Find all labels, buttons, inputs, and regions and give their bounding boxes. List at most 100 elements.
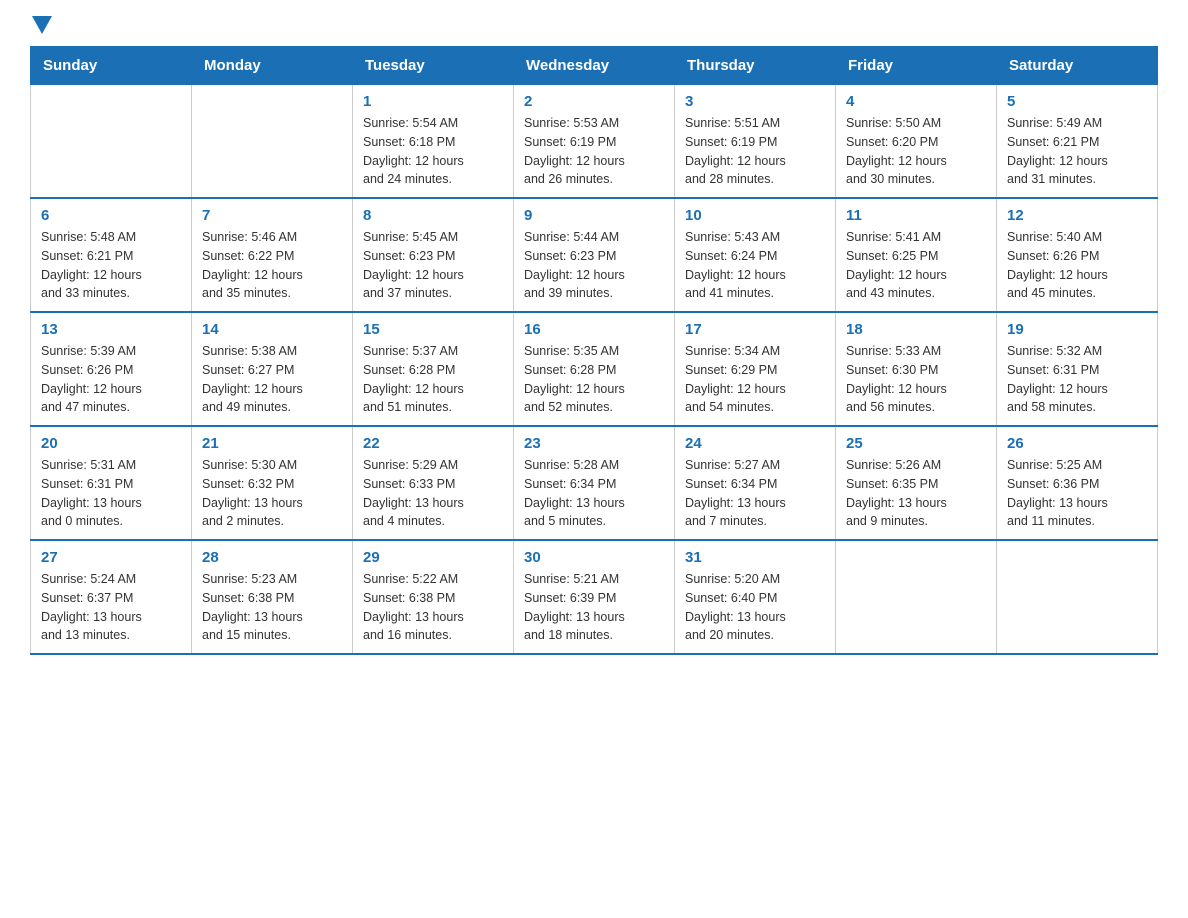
calendar-cell: 4 Sunrise: 5:50 AM Sunset: 6:20 PM Daylig… <box>836 85 997 199</box>
calendar-cell: 13 Sunrise: 5:39 AM Sunset: 6:26 PM Dayli… <box>31 312 192 426</box>
day-info: Sunrise: 5:38 AM Sunset: 6:27 PM Dayligh… <box>202 342 342 417</box>
calendar-week-row: 20 Sunrise: 5:31 AM Sunset: 6:31 PM Dayli… <box>31 426 1158 540</box>
day-info: Sunrise: 5:49 AM Sunset: 6:21 PM Dayligh… <box>1007 114 1147 189</box>
calendar-cell: 15Sunrise: 5:37 AM Sunset: 6:28 PM Dayli… <box>353 312 514 426</box>
day-info: Sunrise: 5:27 AM Sunset: 6:34 PM Dayligh… <box>685 456 825 531</box>
day-info: Sunrise: 5:53 AM Sunset: 6:19 PM Dayligh… <box>524 114 664 189</box>
day-number: 12 <box>1007 207 1147 224</box>
calendar-cell: 6 Sunrise: 5:48 AM Sunset: 6:21 PM Daylig… <box>31 198 192 312</box>
day-number: 20 <box>41 435 181 452</box>
day-info: Sunrise: 5:23 AM Sunset: 6:38 PM Dayligh… <box>202 570 342 645</box>
day-info: Sunrise: 5:34 AM Sunset: 6:29 PM Dayligh… <box>685 342 825 417</box>
weekday-header-tuesday: Tuesday <box>353 47 514 85</box>
day-number: 21 <box>202 435 342 452</box>
day-number: 6 <box>41 207 181 224</box>
day-info: Sunrise: 5:35 AM Sunset: 6:28 PM Dayligh… <box>524 342 664 417</box>
day-number: 7 <box>202 207 342 224</box>
day-number: 3 <box>685 93 825 110</box>
calendar-cell: 21 Sunrise: 5:30 AM Sunset: 6:32 PM Dayli… <box>192 426 353 540</box>
calendar-cell: 2 Sunrise: 5:53 AM Sunset: 6:19 PM Daylig… <box>514 85 675 199</box>
calendar-week-row: 1Sunrise: 5:54 AM Sunset: 6:18 PM Daylig… <box>31 85 1158 199</box>
day-number: 29 <box>363 549 503 566</box>
weekday-header-sunday: Sunday <box>31 47 192 85</box>
day-number: 18 <box>846 321 986 338</box>
calendar-cell <box>836 540 997 654</box>
page-header <box>30 20 1158 36</box>
day-info: Sunrise: 5:37 AM Sunset: 6:28 PM Dayligh… <box>363 342 503 417</box>
day-number: 11 <box>846 207 986 224</box>
weekday-header-saturday: Saturday <box>997 47 1158 85</box>
day-info: Sunrise: 5:31 AM Sunset: 6:31 PM Dayligh… <box>41 456 181 531</box>
calendar-cell <box>31 85 192 199</box>
day-number: 27 <box>41 549 181 566</box>
calendar-cell: 12 Sunrise: 5:40 AM Sunset: 6:26 PM Dayli… <box>997 198 1158 312</box>
day-number: 16 <box>524 321 664 338</box>
day-number: 10 <box>685 207 825 224</box>
weekday-header-thursday: Thursday <box>675 47 836 85</box>
day-number: 9 <box>524 207 664 224</box>
day-info: Sunrise: 5:32 AM Sunset: 6:31 PM Dayligh… <box>1007 342 1147 417</box>
day-info: Sunrise: 5:50 AM Sunset: 6:20 PM Dayligh… <box>846 114 986 189</box>
calendar-cell: 16 Sunrise: 5:35 AM Sunset: 6:28 PM Dayli… <box>514 312 675 426</box>
calendar-cell: 5 Sunrise: 5:49 AM Sunset: 6:21 PM Daylig… <box>997 85 1158 199</box>
day-info: Sunrise: 5:22 AM Sunset: 6:38 PM Dayligh… <box>363 570 503 645</box>
day-number: 1 <box>363 93 503 110</box>
day-number: 5 <box>1007 93 1147 110</box>
day-info: Sunrise: 5:48 AM Sunset: 6:21 PM Dayligh… <box>41 228 181 303</box>
day-number: 4 <box>846 93 986 110</box>
day-info: Sunrise: 5:29 AM Sunset: 6:33 PM Dayligh… <box>363 456 503 531</box>
day-info: Sunrise: 5:25 AM Sunset: 6:36 PM Dayligh… <box>1007 456 1147 531</box>
calendar-cell: 29 Sunrise: 5:22 AM Sunset: 6:38 PM Dayli… <box>353 540 514 654</box>
day-number: 2 <box>524 93 664 110</box>
weekday-header-friday: Friday <box>836 47 997 85</box>
day-info: Sunrise: 5:24 AM Sunset: 6:37 PM Dayligh… <box>41 570 181 645</box>
calendar-cell: 1Sunrise: 5:54 AM Sunset: 6:18 PM Daylig… <box>353 85 514 199</box>
calendar-cell: 28 Sunrise: 5:23 AM Sunset: 6:38 PM Dayli… <box>192 540 353 654</box>
calendar-cell: 10Sunrise: 5:43 AM Sunset: 6:24 PM Dayli… <box>675 198 836 312</box>
calendar-cell: 31Sunrise: 5:20 AM Sunset: 6:40 PM Dayli… <box>675 540 836 654</box>
day-info: Sunrise: 5:26 AM Sunset: 6:35 PM Dayligh… <box>846 456 986 531</box>
calendar-cell: 27 Sunrise: 5:24 AM Sunset: 6:37 PM Dayli… <box>31 540 192 654</box>
calendar-cell: 25 Sunrise: 5:26 AM Sunset: 6:35 PM Dayli… <box>836 426 997 540</box>
day-number: 22 <box>363 435 503 452</box>
calendar-week-row: 6 Sunrise: 5:48 AM Sunset: 6:21 PM Daylig… <box>31 198 1158 312</box>
day-info: Sunrise: 5:21 AM Sunset: 6:39 PM Dayligh… <box>524 570 664 645</box>
calendar-cell: 26 Sunrise: 5:25 AM Sunset: 6:36 PM Dayli… <box>997 426 1158 540</box>
calendar-cell: 18 Sunrise: 5:33 AM Sunset: 6:30 PM Dayli… <box>836 312 997 426</box>
calendar-cell: 19 Sunrise: 5:32 AM Sunset: 6:31 PM Dayli… <box>997 312 1158 426</box>
day-number: 8 <box>363 207 503 224</box>
calendar-cell: 30Sunrise: 5:21 AM Sunset: 6:39 PM Dayli… <box>514 540 675 654</box>
day-number: 26 <box>1007 435 1147 452</box>
calendar-cell: 7 Sunrise: 5:46 AM Sunset: 6:22 PM Daylig… <box>192 198 353 312</box>
calendar-table: SundayMondayTuesdayWednesdayThursdayFrid… <box>30 46 1158 655</box>
calendar-cell: 8 Sunrise: 5:45 AM Sunset: 6:23 PM Daylig… <box>353 198 514 312</box>
calendar-cell: 23Sunrise: 5:28 AM Sunset: 6:34 PM Dayli… <box>514 426 675 540</box>
day-info: Sunrise: 5:44 AM Sunset: 6:23 PM Dayligh… <box>524 228 664 303</box>
day-number: 25 <box>846 435 986 452</box>
calendar-cell: 20 Sunrise: 5:31 AM Sunset: 6:31 PM Dayli… <box>31 426 192 540</box>
day-number: 19 <box>1007 321 1147 338</box>
calendar-week-row: 27 Sunrise: 5:24 AM Sunset: 6:37 PM Dayli… <box>31 540 1158 654</box>
weekday-header-wednesday: Wednesday <box>514 47 675 85</box>
day-info: Sunrise: 5:51 AM Sunset: 6:19 PM Dayligh… <box>685 114 825 189</box>
day-info: Sunrise: 5:45 AM Sunset: 6:23 PM Dayligh… <box>363 228 503 303</box>
calendar-week-row: 13 Sunrise: 5:39 AM Sunset: 6:26 PM Dayli… <box>31 312 1158 426</box>
weekday-header-monday: Monday <box>192 47 353 85</box>
logo <box>30 20 52 36</box>
day-info: Sunrise: 5:39 AM Sunset: 6:26 PM Dayligh… <box>41 342 181 417</box>
day-number: 17 <box>685 321 825 338</box>
day-info: Sunrise: 5:20 AM Sunset: 6:40 PM Dayligh… <box>685 570 825 645</box>
day-info: Sunrise: 5:40 AM Sunset: 6:26 PM Dayligh… <box>1007 228 1147 303</box>
day-info: Sunrise: 5:46 AM Sunset: 6:22 PM Dayligh… <box>202 228 342 303</box>
day-info: Sunrise: 5:33 AM Sunset: 6:30 PM Dayligh… <box>846 342 986 417</box>
calendar-cell: 9 Sunrise: 5:44 AM Sunset: 6:23 PM Daylig… <box>514 198 675 312</box>
calendar-header-row: SundayMondayTuesdayWednesdayThursdayFrid… <box>31 47 1158 85</box>
day-info: Sunrise: 5:28 AM Sunset: 6:34 PM Dayligh… <box>524 456 664 531</box>
day-number: 14 <box>202 321 342 338</box>
day-info: Sunrise: 5:30 AM Sunset: 6:32 PM Dayligh… <box>202 456 342 531</box>
calendar-cell <box>192 85 353 199</box>
calendar-cell: 14 Sunrise: 5:38 AM Sunset: 6:27 PM Dayli… <box>192 312 353 426</box>
day-number: 13 <box>41 321 181 338</box>
calendar-cell: 17 Sunrise: 5:34 AM Sunset: 6:29 PM Dayli… <box>675 312 836 426</box>
day-number: 28 <box>202 549 342 566</box>
